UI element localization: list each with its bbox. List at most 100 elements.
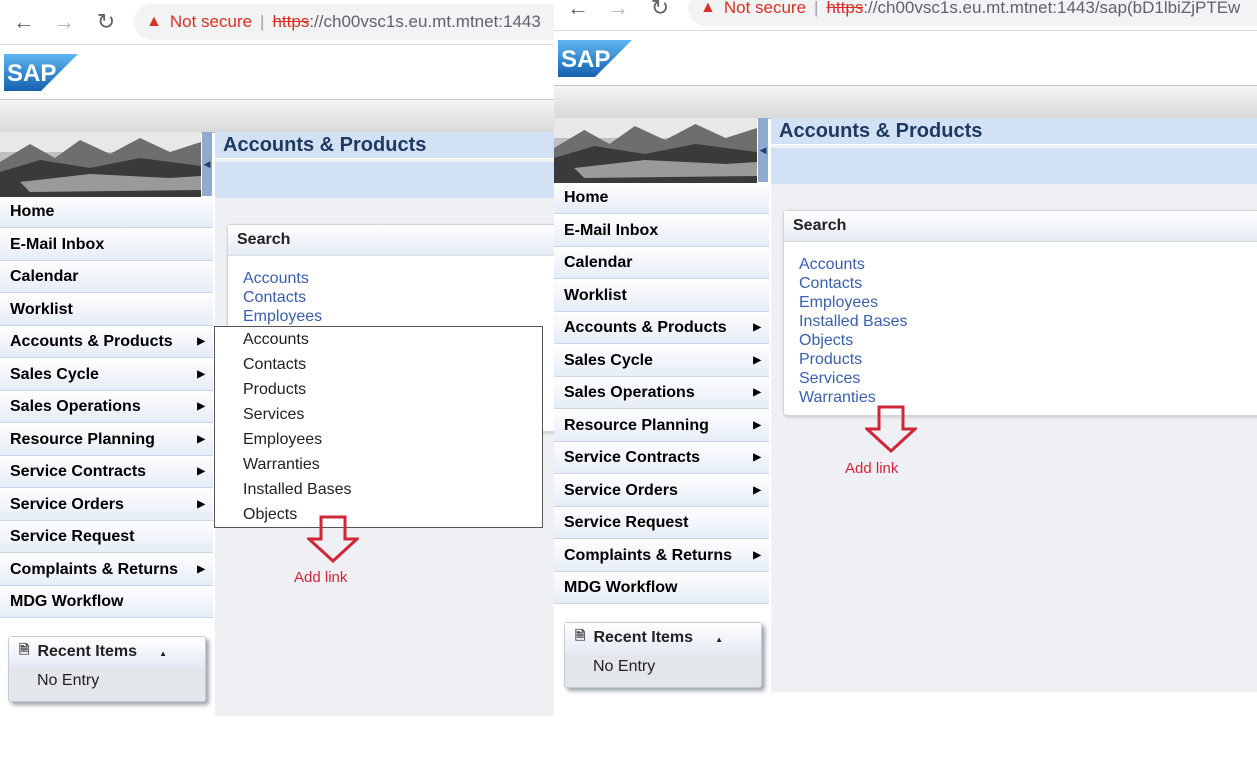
nav-mdg-workflow[interactable]: MDG Workflow (554, 573, 769, 604)
dropdown-item-objects[interactable]: Objects (215, 502, 542, 527)
url-scheme: https (826, 0, 864, 17)
nav-calendar[interactable]: Calendar (554, 248, 769, 279)
nav-home[interactable]: Home (0, 197, 213, 228)
nav-service-orders[interactable]: Service Orders ▶ (0, 489, 213, 521)
header-shade-bar (554, 86, 1257, 119)
nav-label: Complaints & Returns (10, 560, 179, 578)
nav-email-inbox[interactable]: E-Mail Inbox (554, 215, 769, 247)
nav-label: Accounts & Products (564, 319, 727, 336)
submenu-arrow-icon: ▶ (197, 498, 205, 510)
recent-items-title: Recent Items (37, 643, 138, 660)
back-arrow-icon[interactable]: ← (560, 0, 596, 30)
nav-service-orders[interactable]: Service Orders ▶ (554, 475, 769, 507)
sap-logo: SAP (4, 54, 78, 91)
nav-sales-operations[interactable]: Sales Operations ▶ (554, 378, 769, 409)
search-link-contacts[interactable]: Contacts (799, 274, 1257, 293)
nav-label: Resource Planning (564, 416, 709, 434)
dropdown-item-installed-bases[interactable]: Installed Bases (215, 477, 542, 502)
dropdown-item-services[interactable]: Services (215, 402, 542, 427)
warning-triangle-icon: ▲ (146, 13, 162, 30)
address-bar[interactable]: ▲ Not secure | https ://ch00vsc1s.eu.mt.… (688, 0, 1257, 26)
dropdown-item-employees[interactable]: Employees (215, 427, 542, 452)
nav-accounts-products[interactable]: Accounts & Products ▶ (554, 313, 769, 344)
nav-sales-operations[interactable]: Sales Operations ▶ (0, 392, 213, 423)
nav-resource-planning[interactable]: Resource Planning ▶ (554, 410, 769, 442)
nav-label: E-Mail Inbox (564, 221, 659, 239)
document-icon: 🗎 (575, 628, 586, 643)
forward-arrow-icon[interactable]: → (600, 0, 636, 30)
collapse-nav-handle[interactable]: ◀ (758, 118, 768, 182)
left-screenshot-panel: ← → ↻ ▲ Not secure | https ://ch00vsc1s.… (0, 0, 554, 769)
nav-label: Sales Cycle (10, 365, 99, 383)
header-shade-bar (0, 100, 554, 133)
navigation-menu: Home E-Mail Inbox Calendar Worklist Acco… (0, 197, 213, 620)
search-link-employees[interactable]: Employees (799, 293, 1257, 312)
address-bar[interactable]: ▲ Not secure | https ://ch00vsc1s.eu.mt.… (134, 4, 554, 40)
nav-worklist[interactable]: Worklist (0, 294, 213, 326)
dropdown-item-contacts[interactable]: Contacts (215, 352, 542, 377)
search-links: Accounts Contacts Employees (228, 256, 554, 326)
search-link-services[interactable]: Services (799, 369, 1257, 388)
nav-accounts-products[interactable]: Accounts & Products ▶ (0, 327, 213, 358)
collapse-triangle-icon[interactable]: ▲ (159, 649, 167, 658)
submenu-arrow-icon: ▶ (753, 452, 761, 463)
forward-arrow-icon[interactable]: → (46, 0, 82, 44)
page-title: Accounts & Products (215, 132, 554, 159)
recent-items-header[interactable]: 🗎 Recent Items ▲ (565, 623, 761, 653)
nav-label: Home (10, 203, 55, 220)
down-arrow-annotation-icon (307, 515, 359, 563)
nav-mdg-workflow[interactable]: MDG Workflow (0, 587, 213, 618)
nav-complaints-returns[interactable]: Complaints & Returns ▶ (0, 554, 213, 586)
nav-complaints-returns[interactable]: Complaints & Returns ▶ (554, 540, 769, 572)
nav-label: Sales Operations (564, 384, 695, 401)
nav-worklist[interactable]: Worklist (554, 280, 769, 312)
nav-label: Worklist (10, 300, 73, 318)
nav-resource-planning[interactable]: Resource Planning ▶ (0, 424, 213, 456)
warning-triangle-icon: ▲ (700, 0, 716, 16)
nav-sales-cycle[interactable]: Sales Cycle ▶ (554, 345, 769, 377)
content-area: Accounts & Products Search Accounts Cont… (771, 118, 1257, 692)
sap-header: SAP (554, 31, 1257, 86)
nav-home[interactable]: Home (554, 183, 769, 214)
nav-service-request[interactable]: Service Request (554, 508, 769, 539)
nav-label: Sales Cycle (564, 351, 653, 369)
nav-label: MDG Workflow (564, 579, 678, 596)
dropdown-item-products[interactable]: Products (215, 377, 542, 402)
nav-service-contracts[interactable]: Service Contracts ▶ (554, 443, 769, 474)
nav-label: Complaints & Returns (564, 546, 733, 564)
search-link-installed-bases[interactable]: Installed Bases (799, 312, 1257, 331)
nav-label: Service Contracts (10, 463, 147, 480)
nav-service-contracts[interactable]: Service Contracts ▶ (0, 457, 213, 488)
search-link-objects[interactable]: Objects (799, 331, 1257, 350)
recent-items-header[interactable]: 🗎 Recent Items ▲ (9, 637, 205, 667)
search-link-products[interactable]: Products (799, 350, 1257, 369)
browser-toolbar: ← → ↻ ▲ Not secure | https ://ch00vsc1s.… (0, 0, 554, 45)
submenu-arrow-icon: ▶ (197, 563, 205, 575)
add-link-annotation: Add link (294, 569, 348, 586)
search-title: Search (784, 211, 1257, 242)
search-link-employees[interactable]: Employees (243, 307, 554, 326)
search-link-contacts[interactable]: Contacts (243, 288, 554, 307)
nav-sales-cycle[interactable]: Sales Cycle ▶ (0, 359, 213, 391)
dropdown-item-accounts[interactable]: Accounts (215, 327, 542, 352)
nav-label: Home (564, 189, 609, 206)
submenu-arrow-icon: ▶ (753, 387, 761, 398)
collapse-nav-handle[interactable]: ◀ (202, 132, 212, 196)
reload-icon[interactable]: ↻ (88, 0, 124, 44)
search-link-accounts[interactable]: Accounts (799, 255, 1257, 274)
nav-email-inbox[interactable]: E-Mail Inbox (0, 229, 213, 261)
recent-items-panel: 🗎 Recent Items ▲ No Entry (564, 622, 762, 688)
nav-label: Service Orders (564, 481, 678, 499)
dropdown-item-warranties[interactable]: Warranties (215, 452, 542, 477)
back-arrow-icon[interactable]: ← (6, 0, 42, 44)
nav-calendar[interactable]: Calendar (0, 262, 213, 293)
reload-icon[interactable]: ↻ (642, 0, 678, 30)
collapse-triangle-icon[interactable]: ▲ (715, 635, 723, 644)
right-screenshot-panel: ← → ↻ ▲ Not secure | https ://ch00vsc1s.… (554, 0, 1257, 769)
submenu-arrow-icon: ▶ (753, 322, 761, 333)
search-link-accounts[interactable]: Accounts (243, 269, 554, 288)
nav-service-request[interactable]: Service Request (0, 522, 213, 553)
submenu-arrow-icon: ▶ (753, 549, 761, 561)
submenu-arrow-icon: ▶ (197, 466, 205, 477)
browser-toolbar: ← → ↻ ▲ Not secure | https ://ch00vsc1s.… (554, 0, 1257, 31)
